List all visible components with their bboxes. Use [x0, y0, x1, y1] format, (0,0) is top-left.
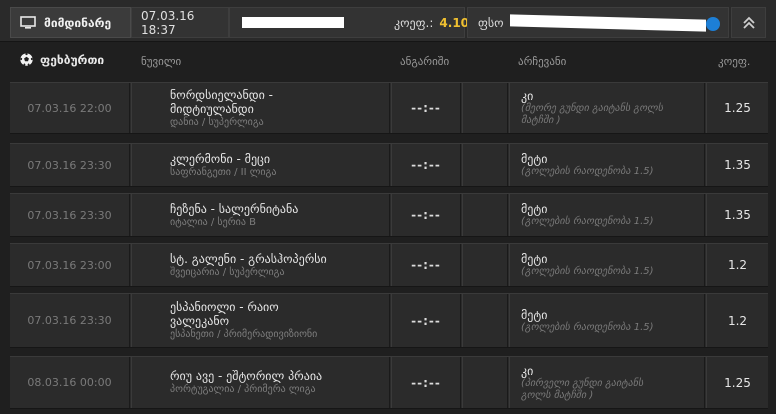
collapse-button[interactable] — [731, 7, 766, 38]
row-pick: მეტი — [521, 307, 548, 322]
row-score: --:-- — [391, 144, 461, 186]
row-pick: კი — [521, 89, 534, 103]
row-spacer — [462, 144, 508, 186]
total-odds: კოეფ.: 4.10 — [394, 8, 469, 39]
row-choice: მეტი (გოლების რაოდენობა 1.5) — [509, 244, 705, 286]
row-pick-detail: (გოლების რაოდენობა 1.5) — [521, 166, 654, 177]
row-date: 07.03.16 23:00 — [10, 244, 130, 286]
table-row[interactable]: 07.03.16 23:30 ჩეზენა - სალერნიტანა იტალია… — [10, 193, 768, 237]
row-teams: ჩეზენა - სალერნიტანა — [170, 201, 299, 216]
row-spacer — [462, 194, 508, 236]
row-score: --:-- — [391, 194, 461, 236]
status-dot-icon — [706, 17, 720, 31]
sport-heading-label: ფეხბურთი — [40, 52, 105, 67]
row-odds: 1.25 — [706, 83, 768, 133]
col-header-odds: კოეფ. — [718, 55, 751, 68]
row-choice: მეტი (გოლების რაოდენობა 1.5) — [509, 294, 705, 347]
row-league: პორტუგალია / პრიმერა ლიგა — [170, 384, 316, 395]
user-field: ფსო — [467, 7, 729, 38]
row-event: ჩეზენა - სალერნიტანა იტალია / სერია B — [131, 194, 390, 236]
redacted-text — [510, 14, 706, 32]
row-score: --:-- — [391, 294, 461, 347]
col-header-choice: არჩევანი — [518, 55, 567, 68]
row-odds: 1.25 — [706, 357, 768, 408]
row-odds: 1.2 — [706, 294, 768, 347]
row-date: 08.03.16 00:00 — [10, 357, 130, 408]
row-date: 07.03.16 23:30 — [10, 294, 130, 347]
table-row[interactable]: 07.03.16 23:30 კლერმონი - მეცი საფრანგეთი … — [10, 143, 768, 187]
top-bar: მიმდინარე 07.03.16 18:37 კოეფ.: 4.10 ფსო — [0, 0, 776, 42]
row-league: დანია / სუპერლიგა — [170, 116, 264, 128]
row-teams: ნორდსიელანდი - მიდტიულანდი — [170, 87, 273, 116]
row-pick-detail: (მეორე გუნდი გაიტანს გოლს მატჩში ) — [521, 103, 663, 126]
row-score: --:-- — [391, 83, 461, 133]
row-score: --:-- — [391, 244, 461, 286]
tab-live[interactable]: მიმდინარე — [10, 7, 131, 38]
row-choice: კი (მეორე გუნდი გაიტანს გოლს მატჩში ) — [509, 83, 705, 133]
row-spacer — [462, 83, 508, 133]
row-event: სტ. გალენი - გრასჰოპერსი შვეიცარია / სუპე… — [131, 244, 390, 286]
row-pick-detail: (გოლების რაოდენობა 1.5) — [521, 216, 654, 227]
redacted-text — [242, 17, 344, 28]
total-odds-label: კოეფ.: — [394, 16, 434, 30]
table-header: ფეხბურთი ნუვილი ანგარიში არჩევანი კოეფ. — [0, 42, 776, 80]
row-choice: მეტი (გოლების რაოდენობა 1.5) — [509, 194, 705, 236]
total-odds-value: 4.10 — [439, 16, 470, 30]
row-date: 07.03.16 23:30 — [10, 144, 130, 186]
bet-datetime: 07.03.16 18:37 — [131, 7, 229, 38]
col-header-event: ნუვილი — [141, 55, 182, 68]
col-header-score: ანგარიში — [400, 55, 450, 68]
row-teams: სტ. გალენი - გრასჰოპერსი — [170, 251, 327, 266]
row-pick: მეტი — [521, 152, 548, 166]
row-teams: ესპანიოლი - რაიო ვალეკანო — [170, 300, 279, 328]
table-row[interactable]: 07.03.16 23:00 სტ. გალენი - გრასჰოპერსი შვ… — [10, 243, 768, 287]
row-choice: კი (პირველი გუნდი გაიტანს გოლს მატჩში ) — [509, 357, 705, 408]
bet-summary: კოეფ.: 4.10 — [229, 7, 469, 38]
double-chevron-up-icon — [742, 16, 755, 29]
row-spacer — [462, 244, 508, 286]
row-league: საფრანგეთი / II ლიგა — [170, 166, 277, 178]
row-pick: კი — [521, 363, 534, 378]
row-league: შვეიცარია / სუპერლიგა — [170, 266, 285, 278]
row-choice: მეტი (გოლების რაოდენობა 1.5) — [509, 144, 705, 186]
row-teams: კლერმონი - მეცი — [170, 151, 271, 166]
row-date: 07.03.16 22:00 — [10, 83, 130, 133]
row-event: ნორდსიელანდი - მიდტიულანდი დანია / სუპერლი… — [131, 83, 390, 133]
soccer-ball-icon — [19, 52, 34, 67]
row-league: ესპანეთი / პრიმერადივიზიონი — [170, 329, 318, 340]
row-pick-detail: (პირველი გუნდი გაიტანს გოლს მატჩში ) — [521, 377, 644, 401]
row-pick-detail: (გოლების რაოდენობა 1.5) — [521, 321, 654, 333]
row-spacer — [462, 357, 508, 408]
row-pick: მეტი — [521, 202, 548, 216]
row-pick-detail: (გოლების რაოდენობა 1.5) — [521, 266, 654, 277]
row-score: --:-- — [391, 357, 461, 408]
table-row[interactable]: 08.03.16 00:00 რიუ ავე - ეშტორილ პრაია პორ… — [10, 356, 768, 409]
row-event: კლერმონი - მეცი საფრანგეთი / II ლიგა — [131, 144, 390, 186]
table-row[interactable]: 07.03.16 23:30 ესპანიოლი - რაიო ვალეკანო ეს… — [10, 293, 768, 348]
row-teams: რიუ ავე - ეშტორილ პრაია — [170, 369, 323, 383]
user-field-label: ფსო — [478, 16, 504, 30]
sport-heading: ფეხბურთი — [19, 52, 104, 67]
row-odds: 1.2 — [706, 244, 768, 286]
row-spacer — [462, 294, 508, 347]
row-odds: 1.35 — [706, 144, 768, 186]
row-pick: მეტი — [521, 252, 548, 266]
row-event: რიუ ავე - ეშტორილ პრაია პორტუგალია / პრიმ… — [131, 357, 390, 408]
row-league: იტალია / სერია B — [170, 216, 256, 228]
tab-live-label: მიმდინარე — [44, 15, 112, 30]
row-event: ესპანიოლი - რაიო ვალეკანო ესპანეთი / პრიმე… — [131, 294, 390, 347]
row-odds: 1.35 — [706, 194, 768, 236]
table-row[interactable]: 07.03.16 22:00 ნორდსიელანდი - მიდტიულანდი დ… — [10, 82, 768, 134]
monitor-icon — [20, 16, 36, 29]
row-date: 07.03.16 23:30 — [10, 194, 130, 236]
